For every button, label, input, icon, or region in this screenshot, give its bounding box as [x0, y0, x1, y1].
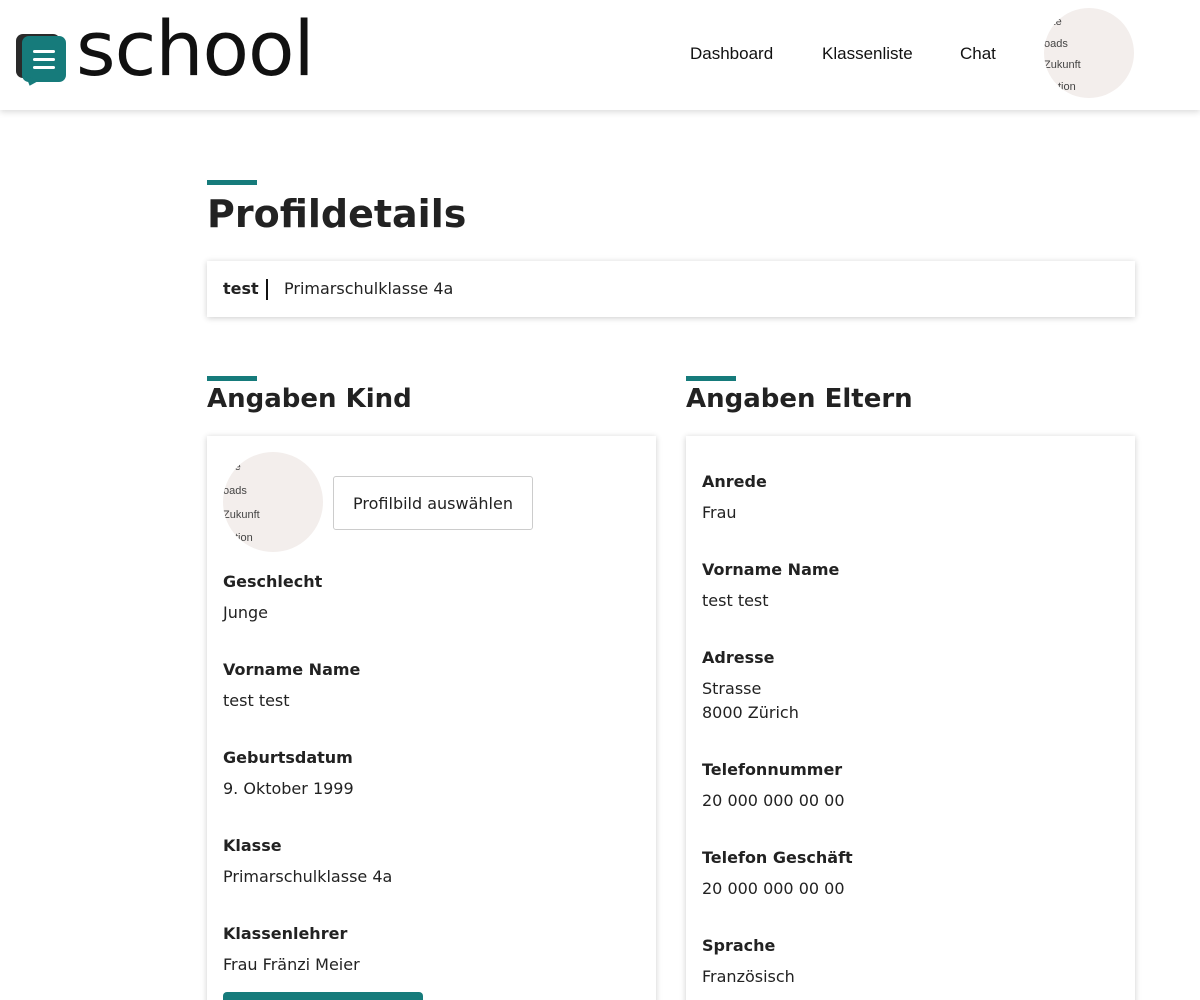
field-label-telefonnummer: Telefonnummer	[702, 760, 843, 779]
field-value-vorname-name: test test	[223, 691, 290, 710]
field-value-vorname-name: test test	[702, 591, 769, 610]
field-value-telefonnummer: 20 000 000 00 00	[702, 791, 845, 810]
field-label-vorname-name: Vorname Name	[702, 560, 840, 579]
field-value-adresse-strasse: Strasse	[702, 679, 762, 698]
brand-logo[interactable]: school	[14, 4, 315, 93]
user-avatar[interactable]: inte oads Zukunft tion	[1044, 8, 1134, 98]
nav-klassenliste[interactable]: Klassenliste	[822, 44, 913, 64]
field-label-telefon-geschaeft: Telefon Geschäft	[702, 848, 853, 867]
field-value-sprache: Französisch	[702, 967, 795, 986]
brand-name: school	[76, 4, 315, 93]
field-value-klassenlehrer: Frau Fränzi Meier	[223, 955, 360, 974]
field-label-geburtsdatum: Geburtsdatum	[223, 748, 353, 767]
avatar-text-line: oads	[223, 485, 247, 497]
field-value-anrede: Frau	[702, 503, 737, 522]
nav-chat[interactable]: Chat	[960, 44, 996, 64]
field-label-klasse: Klasse	[223, 836, 282, 855]
field-label-klassenlehrer: Klassenlehrer	[223, 924, 348, 943]
summary-class: Primarschulklasse 4a	[284, 279, 454, 298]
field-label-anrede: Anrede	[702, 472, 767, 491]
field-value-geburtsdatum: 9. Oktober 1999	[223, 779, 354, 798]
avatar-text-line: inte	[223, 461, 241, 473]
avatar-text-line: tion	[1058, 81, 1076, 93]
page-title: Profildetails	[207, 192, 467, 236]
field-label-geschlecht: Geschlecht	[223, 572, 323, 591]
kind-card: inte oads Zukunft tion Profilbild auswäh…	[207, 436, 656, 1000]
field-value-klasse: Primarschulklasse 4a	[223, 867, 393, 886]
avatar-text-line: Zukunft	[223, 509, 260, 521]
section-title-eltern: Angaben Eltern	[686, 384, 913, 414]
field-label-adresse: Adresse	[702, 648, 775, 667]
top-header: school Dashboard Klassenliste Chat inte …	[0, 0, 1200, 110]
summary-divider	[266, 279, 268, 300]
section-title-kind: Angaben Kind	[207, 384, 412, 414]
eltern-accent-bar	[686, 376, 736, 381]
nav-dashboard[interactable]: Dashboard	[690, 44, 773, 64]
summary-name: test	[223, 279, 259, 298]
avatar-text-line: oads	[1044, 38, 1068, 50]
field-value-adresse-ort: 8000 Zürich	[702, 703, 799, 722]
profile-summary-bar: test Primarschulklasse 4a	[207, 261, 1135, 317]
avatar-text-line: tion	[235, 532, 253, 544]
field-value-telefon-geschaeft: 20 000 000 00 00	[702, 879, 845, 898]
child-avatar: inte oads Zukunft tion	[223, 452, 323, 552]
primary-action-button[interactable]	[223, 992, 423, 1000]
kind-accent-bar	[207, 376, 257, 381]
select-profile-picture-button[interactable]: Profilbild auswählen	[333, 476, 533, 530]
chat-bubbles-menu-icon[interactable]	[14, 14, 70, 90]
avatar-text-line: Zukunft	[1044, 59, 1081, 71]
eltern-card: Anrede Frau Vorname Name test test Adres…	[686, 436, 1135, 1000]
avatar-text-line: inte	[1044, 16, 1062, 28]
title-accent-bar	[207, 180, 257, 185]
field-label-sprache: Sprache	[702, 936, 776, 955]
field-label-vorname-name: Vorname Name	[223, 660, 361, 679]
field-value-geschlecht: Junge	[223, 603, 268, 622]
